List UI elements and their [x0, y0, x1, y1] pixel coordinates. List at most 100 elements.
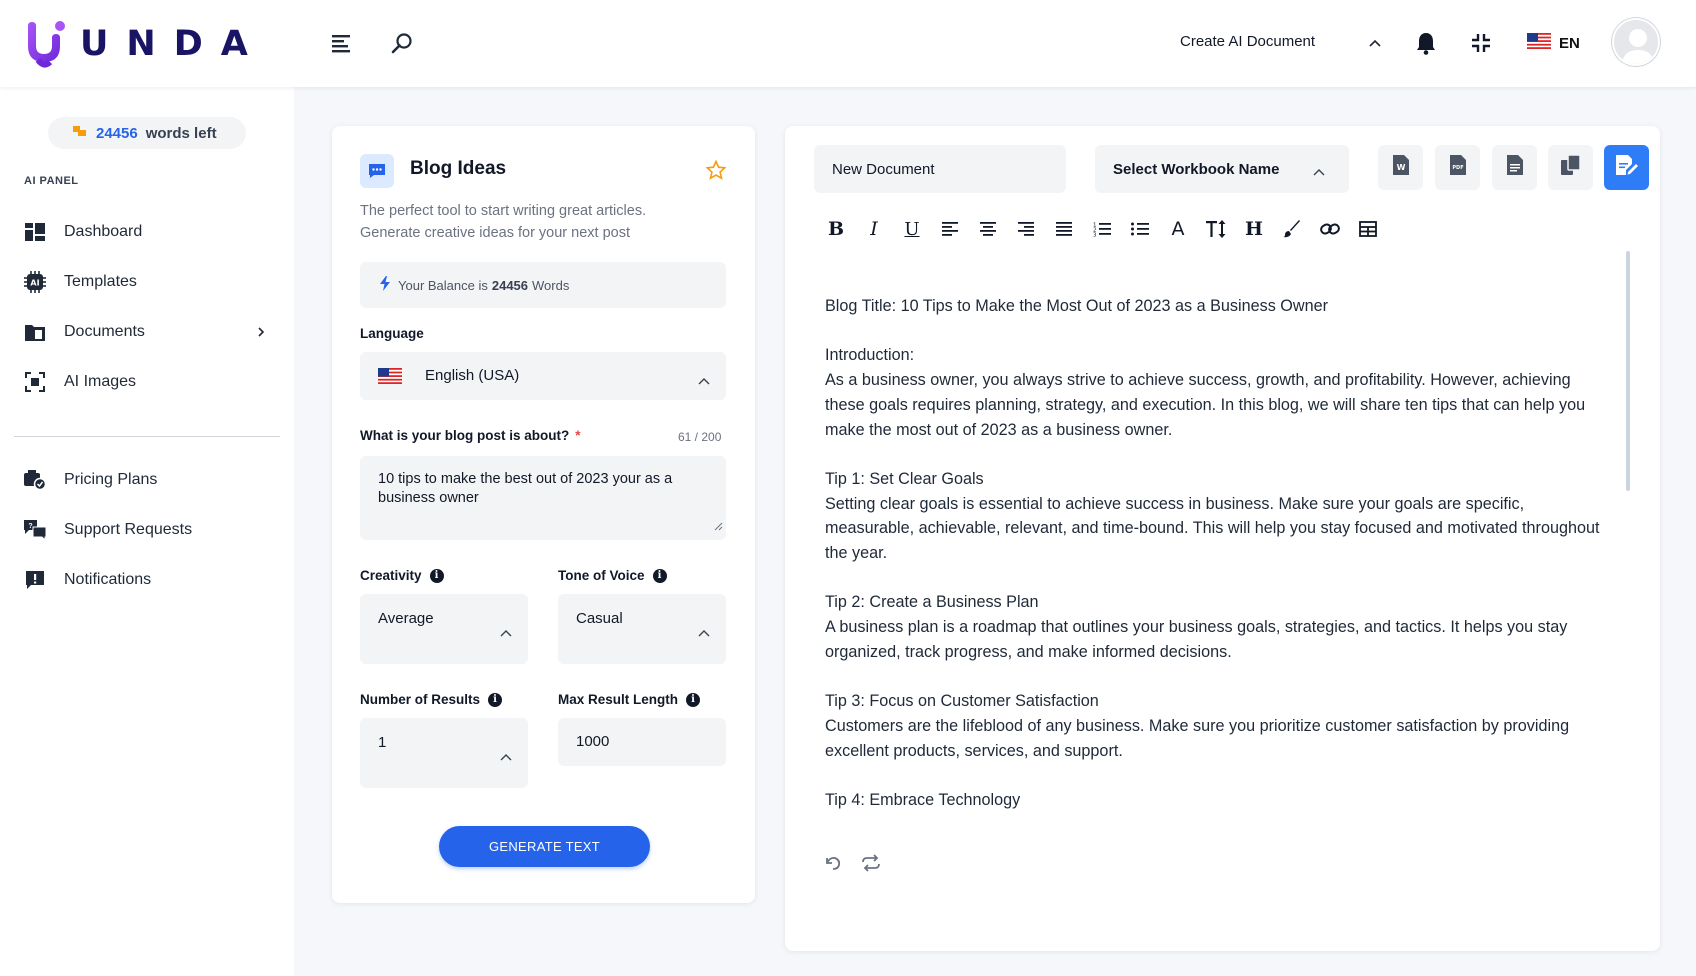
generate-text-button[interactable]: GENERATE TEXT	[439, 826, 650, 867]
compress-icon[interactable]	[1468, 30, 1494, 56]
underline-icon[interactable]: U	[899, 216, 925, 242]
editor-paragraph: Blog Title: 10 Tips to Make the Most Out…	[825, 297, 1328, 315]
folder-icon	[24, 321, 46, 343]
editor-paragraph: Tip 2: Create a Business Plan	[825, 593, 1039, 612]
info-icon[interactable]: i	[429, 568, 444, 583]
svg-text:W: W	[1396, 163, 1405, 172]
tool-panel: Blog Ideas The perfect tool to start wri…	[332, 126, 755, 903]
save-document-button[interactable]	[1604, 145, 1649, 190]
undo-icon[interactable]	[823, 854, 843, 877]
align-right-icon[interactable]	[1013, 216, 1039, 242]
sidebar-item-label: Pricing Plans	[64, 471, 158, 488]
table-icon[interactable]	[1355, 216, 1381, 242]
sidebar-item-templates[interactable]: AI Templates	[24, 267, 137, 297]
results-label: Number of Results i	[360, 692, 503, 707]
save-icon	[1615, 155, 1638, 180]
editor-paragraph: Tip 1: Set Clear Goals	[825, 469, 984, 488]
sidebar-item-ai-images[interactable]: AI Images	[24, 367, 136, 397]
workbook-select[interactable]: Select Workbook Name	[1095, 145, 1349, 193]
info-icon[interactable]: i	[686, 692, 701, 707]
editor-paragraph: A business plan is a roadmap that outlin…	[825, 618, 1568, 661]
ai-panel-label: AI PANEL	[24, 175, 79, 187]
flag-us-icon	[1527, 33, 1551, 53]
language-code: EN	[1559, 34, 1580, 52]
logo-mark-icon	[22, 20, 68, 68]
sidebar-divider	[14, 436, 280, 437]
results-select[interactable]: 1	[360, 718, 528, 788]
align-center-icon[interactable]	[975, 216, 1001, 242]
sidebar-item-notifications[interactable]: Notifications	[24, 565, 151, 595]
tool-description: The perfect tool to start writing great …	[360, 203, 647, 241]
sidebar-item-label: Notifications	[64, 571, 152, 588]
sidebar: 24456 words left AI PANEL Dashboard AI T…	[0, 87, 294, 976]
menu-icon[interactable]	[328, 30, 354, 56]
sidebar-item-dashboard[interactable]: Dashboard	[24, 217, 142, 247]
svg-text:?: ?	[28, 523, 32, 530]
creativity-value: Average	[378, 610, 434, 627]
chevron-up-icon	[698, 372, 710, 389]
chevron-right-icon	[256, 325, 266, 343]
editor-scrollbar[interactable]	[1626, 251, 1630, 491]
tone-select[interactable]: Casual	[558, 594, 726, 664]
balance-box: Your Balance is 24456 Words	[360, 262, 726, 308]
chevron-up-icon[interactable]	[1362, 30, 1388, 56]
topic-label: What is your blog post is about? *	[360, 428, 581, 443]
info-icon[interactable]: i	[652, 568, 667, 583]
text-export-button[interactable]	[1492, 145, 1537, 190]
logo[interactable]: UNDA	[22, 20, 266, 68]
sidebar-item-documents[interactable]: Documents	[24, 317, 274, 347]
word-export-button[interactable]: W	[1378, 145, 1423, 190]
redo-icon[interactable]	[861, 854, 881, 877]
create-ai-document-button[interactable]: Create AI Document	[1180, 33, 1315, 50]
creativity-select[interactable]: Average	[360, 594, 528, 664]
ordered-list-icon[interactable]: 123	[1089, 216, 1115, 242]
ai-chip-icon: AI	[24, 271, 46, 293]
document-editor[interactable]: Blog Title: 10 Tips to Make the Most Out…	[825, 294, 1605, 813]
pricing-icon	[24, 469, 46, 491]
italic-icon[interactable]: I	[861, 216, 887, 242]
tone-label-text: Tone of Voice	[558, 568, 645, 583]
notification-icon	[24, 569, 46, 591]
bullet-list-icon[interactable]	[1127, 216, 1153, 242]
document-name-input[interactable]: New Document	[814, 145, 1066, 193]
font-color-icon[interactable]: A	[1165, 216, 1191, 242]
bell-icon[interactable]	[1413, 30, 1439, 56]
language-select[interactable]: English (USA)	[360, 352, 726, 400]
bold-icon[interactable]: B	[823, 216, 849, 242]
heading-icon[interactable]: H	[1241, 216, 1267, 242]
favorite-star-icon[interactable]	[705, 159, 727, 185]
sidebar-item-support-requests[interactable]: ? Support Requests	[24, 515, 192, 545]
pdf-export-icon: PDF	[1449, 155, 1466, 180]
tone-label: Tone of Voice i	[558, 568, 667, 583]
sidebar-item-pricing-plans[interactable]: Pricing Plans	[24, 465, 157, 495]
align-left-icon[interactable]	[937, 216, 963, 242]
logo-text: UNDA	[80, 24, 266, 64]
words-icon	[72, 124, 88, 142]
topic-textarea[interactable]: 10 tips to make the best out of 2023 you…	[360, 456, 726, 540]
words-count: 24456	[96, 124, 138, 142]
link-icon[interactable]	[1317, 216, 1343, 242]
balance-value: 24456	[491, 277, 529, 293]
creativity-label-text: Creativity	[360, 568, 422, 583]
font-size-icon[interactable]	[1203, 216, 1229, 242]
copy-button[interactable]	[1548, 145, 1593, 190]
tool-title: Blog Ideas	[410, 158, 507, 179]
avatar[interactable]	[1612, 18, 1660, 66]
svg-text:3: 3	[1093, 233, 1097, 238]
align-justify-icon[interactable]	[1051, 216, 1077, 242]
language-switcher[interactable]: EN	[1527, 33, 1580, 53]
search-icon[interactable]	[389, 30, 415, 56]
maxlen-label-text: Max Result Length	[558, 692, 679, 707]
brush-icon[interactable]	[1279, 216, 1305, 242]
document-name-value: New Document	[832, 160, 935, 178]
pdf-export-button[interactable]: PDF	[1435, 145, 1480, 190]
maxlen-label: Max Result Length i	[558, 692, 701, 707]
info-icon[interactable]: i	[488, 692, 503, 707]
image-scan-icon	[24, 371, 46, 393]
copy-icon	[1560, 154, 1581, 180]
resize-handle-icon[interactable]	[713, 518, 723, 537]
maxlen-input[interactable]: 1000	[558, 718, 726, 766]
editor-paragraph: Setting clear goals is essential to achi…	[825, 494, 1600, 562]
